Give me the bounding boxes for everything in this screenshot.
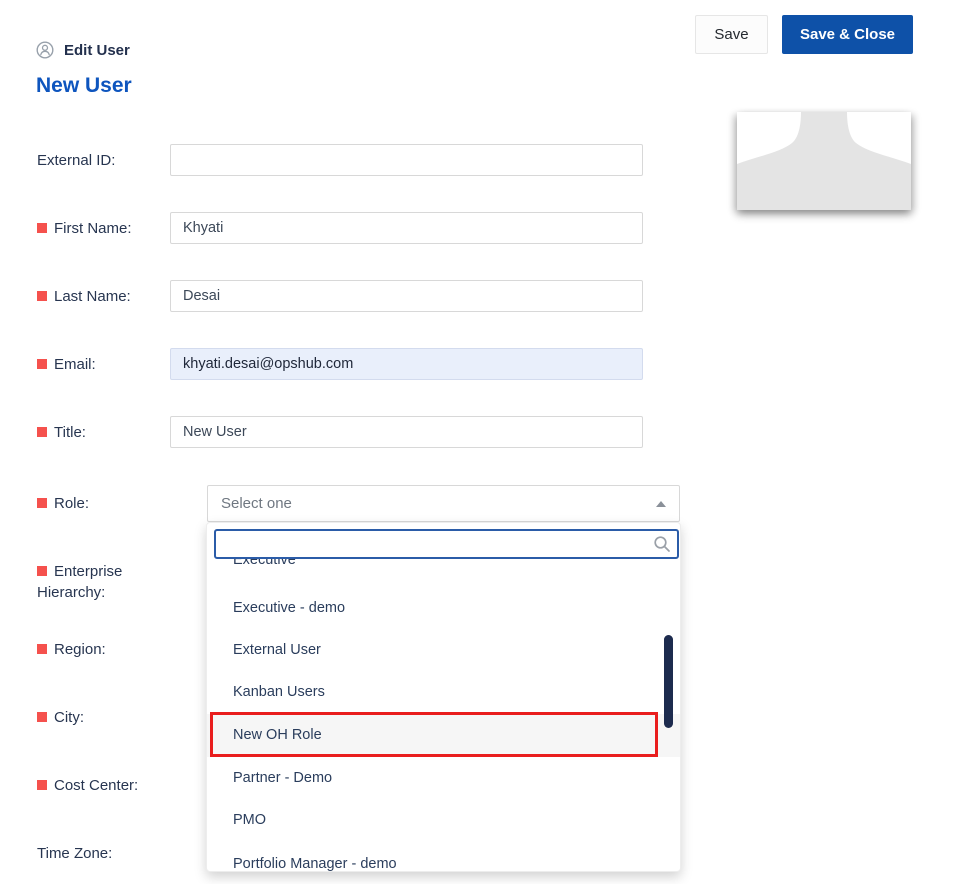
role-search-input[interactable] <box>214 529 679 559</box>
role-option-external-user[interactable]: External User <box>207 629 680 672</box>
form-row-role: Role: <box>37 485 197 522</box>
role-dropdown-panel: Executive Executive - demo External User… <box>206 522 681 872</box>
role-option-kanban-users[interactable]: Kanban Users <box>207 671 680 714</box>
edit-user-page: Edit User New User Save Save & Close Ext… <box>0 0 954 884</box>
first-name-input[interactable] <box>170 212 643 244</box>
required-marker <box>37 223 47 233</box>
scrollbar-thumb[interactable] <box>664 635 673 728</box>
external-id-input[interactable] <box>170 144 643 176</box>
email-input[interactable] <box>170 348 643 380</box>
region-label: Region: <box>37 639 169 660</box>
user-circle-icon <box>36 41 54 59</box>
role-search <box>214 529 679 559</box>
breadcrumb-label: Edit User <box>64 42 130 59</box>
required-marker <box>37 291 47 301</box>
save-button[interactable]: Save <box>695 15 768 54</box>
page-title: New User <box>36 74 132 98</box>
role-select-value: Select one <box>221 495 292 512</box>
avatar <box>737 112 911 210</box>
save-and-close-button[interactable]: Save & Close <box>782 15 913 54</box>
role-option-partner-demo[interactable]: Partner - Demo <box>207 757 680 800</box>
last-name-input[interactable] <box>170 280 643 312</box>
required-marker <box>37 566 47 576</box>
enterprise-hierarchy-label: Enterprise Hierarchy: <box>37 561 169 603</box>
required-marker <box>37 498 47 508</box>
avatar-silhouette-image <box>737 112 911 210</box>
breadcrumb: Edit User <box>36 41 130 59</box>
role-option-new-oh-role[interactable]: New OH Role <box>207 714 680 757</box>
role-option-executive-demo[interactable]: Executive - demo <box>207 587 680 630</box>
role-option-executive[interactable]: Executive <box>207 559 680 582</box>
role-options-list: Executive Executive - demo External User… <box>207 559 680 872</box>
city-label: City: <box>37 707 169 728</box>
required-marker <box>37 712 47 722</box>
role-option-pmo[interactable]: PMO <box>207 799 680 842</box>
title-input[interactable] <box>170 416 643 448</box>
required-marker <box>37 780 47 790</box>
time-zone-label: Time Zone: <box>37 843 169 864</box>
required-marker <box>37 427 47 437</box>
role-label: Role: <box>37 493 197 514</box>
required-marker <box>37 644 47 654</box>
required-marker <box>37 359 47 369</box>
role-select[interactable]: Select one <box>207 485 680 522</box>
cost-center-label: Cost Center: <box>37 775 169 796</box>
role-option-portfolio-manager-demo[interactable]: Portfolio Manager - demo <box>207 843 680 872</box>
caret-up-icon <box>656 501 666 507</box>
